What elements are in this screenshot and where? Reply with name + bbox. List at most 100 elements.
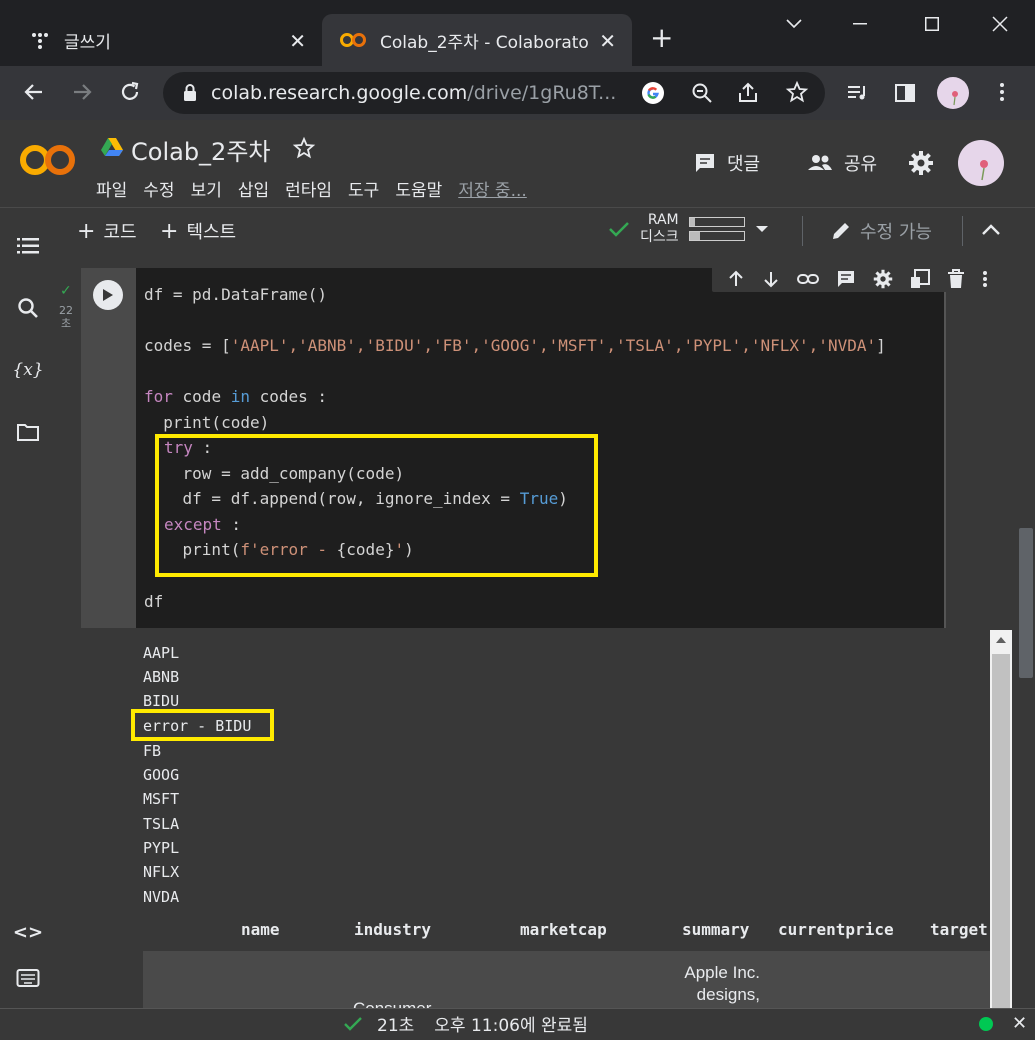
run-cell-button[interactable] <box>93 280 123 310</box>
code-line: codes = ['AAPL','ABNB','BIDU','FB','GOOG… <box>144 336 886 355</box>
colab-logo-icon <box>340 32 366 48</box>
reload-button[interactable] <box>118 80 142 104</box>
menu-help[interactable]: 도움말 <box>395 176 442 201</box>
edit-mode-button[interactable]: 수정 가능 <box>830 218 932 244</box>
code-line: df <box>144 592 164 611</box>
menu-view[interactable]: 보기 <box>191 176 222 201</box>
folder-icon[interactable] <box>14 418 42 446</box>
scroll-up-arrow-icon[interactable] <box>995 636 1007 644</box>
table-header-industry: industry <box>354 920 432 939</box>
forward-button[interactable] <box>70 80 94 104</box>
collapse-header-icon[interactable] <box>980 222 1002 238</box>
dataframe-row <box>143 951 990 1008</box>
more-options-icon[interactable] <box>982 270 988 288</box>
tab-search-icon[interactable] <box>774 8 814 40</box>
cell-settings-icon[interactable] <box>873 269 893 289</box>
toolbar-divider <box>962 216 963 246</box>
close-tab-icon[interactable]: ✕ <box>289 29 306 53</box>
code-line: df = pd.DataFrame() <box>144 285 328 304</box>
command-palette-icon[interactable] <box>14 964 42 992</box>
comment-icon <box>693 151 717 175</box>
profile-avatar[interactable] <box>937 77 969 109</box>
code-line: print(code) <box>144 413 270 432</box>
disk-bar-fill <box>689 232 701 240</box>
colab-logo[interactable] <box>20 142 76 178</box>
status-indicator-dot <box>979 1017 993 1031</box>
tab-title: 글쓰기 <box>64 32 111 53</box>
code-editor-border <box>944 268 946 628</box>
menu-tools[interactable]: 도구 <box>348 176 379 201</box>
ram-bar-fill <box>689 218 696 226</box>
share-page-icon[interactable] <box>736 81 760 105</box>
ram-label: RAM <box>647 212 679 228</box>
output-line: NVDA <box>143 888 180 906</box>
resources-dropdown-icon[interactable] <box>755 224 769 234</box>
output-line: BIDU <box>143 692 180 710</box>
side-panel-icon[interactable] <box>893 81 917 105</box>
tab-colab[interactable]: Colab_2주차 - Colaborato ✕ <box>322 14 632 66</box>
executed-check-icon: ✓ <box>60 283 72 299</box>
cell-gutter <box>81 268 136 628</box>
output-scrollbar-thumb[interactable] <box>992 654 1010 1008</box>
zoom-icon[interactable] <box>690 81 714 105</box>
search-icon[interactable] <box>14 294 42 322</box>
star-notebook-icon[interactable] <box>292 136 316 160</box>
minimize-button[interactable] <box>840 8 880 40</box>
tab-write[interactable]: 글쓰기 ✕ <box>0 14 322 66</box>
tistory-dots-icon <box>30 30 50 50</box>
menu-file[interactable]: 파일 <box>96 176 127 201</box>
maximize-button[interactable] <box>912 8 952 40</box>
plus-icon: + <box>160 218 179 244</box>
mirror-cell-icon[interactable] <box>910 269 930 289</box>
output-line: NFLX <box>143 863 180 881</box>
try-except-highlight <box>155 434 598 577</box>
left-sidebar <box>0 208 52 1008</box>
error-line-highlight <box>131 709 274 741</box>
table-of-contents-icon[interactable] <box>14 232 42 260</box>
google-icon[interactable] <box>641 81 665 105</box>
table-cell-industry: Consumer <box>353 998 443 1008</box>
lock-icon <box>183 84 197 102</box>
cell-comment-icon[interactable] <box>836 269 856 289</box>
output-line: AAPL <box>143 644 180 662</box>
share-button[interactable]: 공유 <box>806 150 877 176</box>
runtime-resources[interactable]: RAM 디스크 <box>608 212 769 246</box>
comment-button[interactable]: 댓글 <box>693 150 760 176</box>
pencil-icon <box>830 220 852 242</box>
link-icon[interactable] <box>796 272 819 286</box>
move-down-icon[interactable] <box>762 270 780 288</box>
account-avatar[interactable] <box>958 140 1004 186</box>
delete-cell-icon[interactable] <box>947 269 965 289</box>
close-tab-icon[interactable]: ✕ <box>599 29 616 53</box>
menu-insert[interactable]: 삽입 <box>238 176 269 201</box>
add-code-button[interactable]: + 코드 <box>77 218 137 244</box>
settings-gear-icon[interactable] <box>908 150 934 176</box>
close-status-icon[interactable]: ✕ <box>1012 1013 1027 1034</box>
move-up-icon[interactable] <box>727 270 745 288</box>
back-button[interactable] <box>22 80 46 104</box>
execution-time: 22 초 <box>59 304 73 330</box>
output-line: PYPL <box>143 839 180 857</box>
browser-menu-icon[interactable] <box>990 80 1014 104</box>
address-bar[interactable]: colab.research.google.com/drive/1gRu8T..… <box>163 72 825 114</box>
close-window-button[interactable] <box>980 8 1020 40</box>
media-control-icon[interactable] <box>845 81 869 105</box>
toolbar-divider <box>802 216 803 246</box>
execution-status[interactable]: 21초 오후 11:06에 완료됨 <box>343 1011 588 1036</box>
cell-toolbar <box>712 266 1002 292</box>
output-scrollbar[interactable] <box>990 630 1012 1008</box>
variables-icon[interactable]: {x} <box>12 356 43 384</box>
new-tab-button[interactable]: + <box>650 24 673 52</box>
menu-edit[interactable]: 수정 <box>143 176 174 201</box>
page-scrollbar-thumb[interactable] <box>1019 528 1033 678</box>
saving-status[interactable]: 저장 중... <box>458 176 527 201</box>
add-text-button[interactable]: + 텍스트 <box>160 218 236 244</box>
disk-label: 디스크 <box>640 229 679 245</box>
bookmark-star-icon[interactable] <box>785 80 809 104</box>
output-line: MSFT <box>143 790 180 808</box>
people-icon <box>806 151 834 175</box>
code-snippets-icon[interactable]: <> <box>13 918 43 946</box>
disk-bar <box>688 231 745 241</box>
notebook-title[interactable]: Colab_2주차 <box>131 132 270 167</box>
menu-runtime[interactable]: 런타임 <box>285 176 332 201</box>
